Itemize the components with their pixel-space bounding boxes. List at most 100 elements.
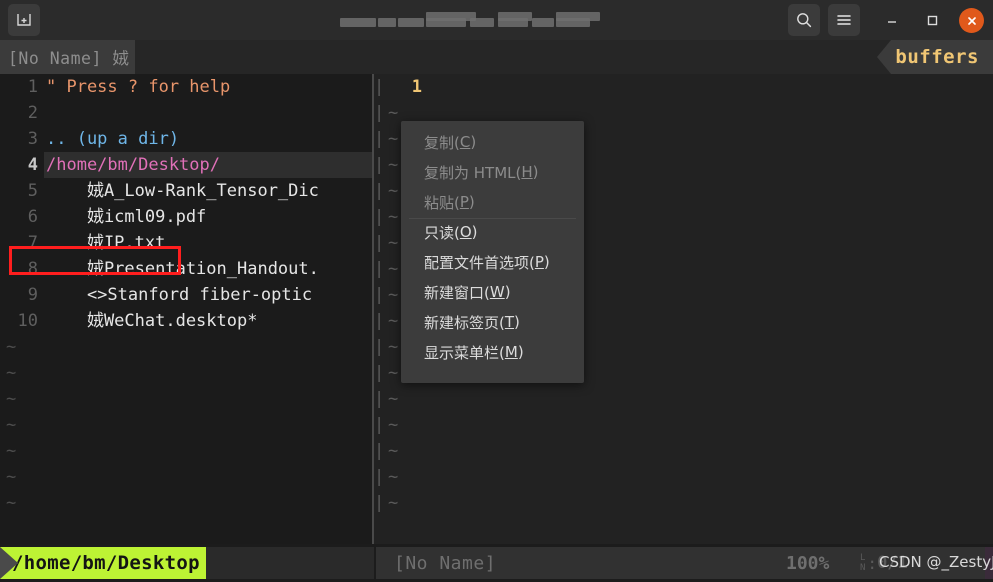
empty-line-marker: ~ [388,415,399,435]
menu-item-profile-preferences[interactable]: 配置文件首选项(P) [401,247,584,277]
empty-line-marker: ~ [6,441,17,461]
menu-item-label: 新建标签页( [424,313,505,332]
search-button[interactable] [788,4,820,36]
close-icon [967,16,976,25]
netrw-entry[interactable]: .. (up a dir) [46,126,179,152]
netrw-entry[interactable]: " Press ? for help [46,74,230,100]
menu-item-show-menubar[interactable]: 显示菜单栏(M) [401,337,584,367]
right-pane-line-number-1: 1 [411,77,422,97]
vim-tab-label: [No Name] 娀 [8,49,130,68]
split-bar-glyph: | [374,129,385,149]
window-title [340,8,650,32]
search-icon [797,13,812,28]
menu-item-label: 粘贴( [424,193,460,212]
status-buffer-name-text: [No Name] [394,552,497,574]
split-bar-glyph: | [374,415,385,435]
split-bar-glyph: | [374,207,385,227]
menu-item-label: 新建窗口( [424,283,490,302]
empty-line-marker: ~ [6,363,17,383]
status-buffer-name: [No Name] [394,547,496,579]
menu-item-label-end: ) [470,133,477,151]
menu-item-label-end: ) [471,223,478,241]
line-number: 6 [27,207,38,227]
maximize-button[interactable] [916,4,948,36]
netrw-entry[interactable]: 娀Presentation_Handout. [46,256,319,282]
split-bar-glyph: | [374,259,385,279]
menu-item-label-end: ) [468,193,475,211]
empty-line-marker: ~ [6,415,17,435]
line-number: 10 [17,311,38,331]
maximize-icon [927,15,938,26]
line-number: 5 [27,181,38,201]
line-number: 9 [27,285,38,305]
vim-tabline: [No Name] 娀 buffers [0,40,993,74]
vim-tab-no-name[interactable]: [No Name] 娀 [0,40,136,74]
menu-item-label-end: ) [504,283,511,301]
split-bar-glyph: | [374,363,385,383]
vim-pane-left-netrw[interactable]: 1 " Press ? for help 2 3 .. (up a dir) 4/home… [0,74,372,544]
empty-line-marker: ~ [388,285,399,305]
menu-item-label: 复制为 HTML( [424,163,522,182]
menu-item-new-window[interactable]: 新建窗口(W) [401,277,584,307]
menu-item-paste: 粘贴(P) [401,187,584,217]
empty-line-marker: ~ [388,129,399,149]
line-number: 1 [27,77,38,97]
netrw-entry[interactable]: 娀WeChat.desktop* [46,308,258,334]
split-bar-glyph: | [374,233,385,253]
buffers-arrow-shape [877,40,892,74]
status-mode-path-text: /home/bm/Desktop [12,552,200,574]
split-bar-glyph: | [374,337,385,357]
empty-line-marker: ~ [388,337,399,357]
empty-line-marker: ~ [388,259,399,279]
empty-line-marker: ~ [388,311,399,331]
status-mode-arrow-gray [0,547,18,579]
empty-line-marker: ~ [388,103,399,123]
split-bar-glyph: | [374,493,385,513]
menu-item-read-only[interactable]: 只读(O) [401,217,584,247]
empty-line-marker: ~ [388,181,399,201]
netrw-entry[interactable]: <>Stanford fiber-optic [46,282,312,308]
line-number: 3 [27,129,38,149]
menu-item-mnemonic: C [459,133,471,151]
context-menu[interactable]: 复制(C) 复制为 HTML(H) 粘贴(P) 只读(O) 配置文件首选项(P) 新建窗口… [401,121,584,383]
split-bar-glyph: | [374,155,385,175]
hamburger-menu-icon [837,15,851,25]
netrw-entry[interactable]: 娀IP.txt [46,230,165,256]
netrw-entry[interactable]: /home/bm/Desktop/ [46,152,220,178]
menu-item-mnemonic: P [534,253,544,271]
empty-line-marker: ~ [6,337,17,357]
empty-line-marker: ~ [6,493,17,513]
menu-item-label: 复制( [424,133,460,152]
line-number: 8 [27,259,38,279]
line-number: 2 [27,103,38,123]
menu-item-copy-as-html: 复制为 HTML(H) [401,157,584,187]
close-button[interactable] [959,8,984,33]
split-bar-glyph: | [374,77,385,97]
empty-line-marker: ~ [388,207,399,227]
vim-status-line: /home/bm/Desktop [No Name] 100% L N :0/1 [0,544,993,582]
empty-line-marker: ~ [388,389,399,409]
menu-item-label: 显示菜单栏( [424,343,505,362]
netrw-entry[interactable]: 娀A_Low-Rank_Tensor_Dic [46,178,319,204]
menu-item-label-end: ) [543,253,550,271]
menu-item-mnemonic: P [459,193,469,211]
menu-item-label: 配置文件首选项( [424,253,535,272]
minimize-button[interactable] [876,4,908,36]
split-bar-glyph: | [374,311,385,331]
split-bar-glyph: | [374,103,385,123]
menu-item-new-tab[interactable]: 新建标签页(T) [401,307,584,337]
empty-line-marker: ~ [6,467,17,487]
status-mode-path: /home/bm/Desktop [0,547,206,579]
main-menu-button[interactable] [828,4,860,36]
menu-item-mnemonic: M [504,343,518,361]
line-number: 7 [27,233,38,253]
netrw-entry[interactable]: 娀icml09.pdf [46,204,206,230]
empty-line-marker: ~ [6,389,17,409]
new-tab-button[interactable] [8,4,40,36]
menu-item-label-end: ) [532,163,539,181]
menu-item-label-end: ) [514,313,520,331]
status-line-label-bottom: N [860,563,866,573]
empty-line-marker: ~ [388,155,399,175]
menu-item-mnemonic: O [459,223,472,241]
window-title-bar [0,0,993,40]
